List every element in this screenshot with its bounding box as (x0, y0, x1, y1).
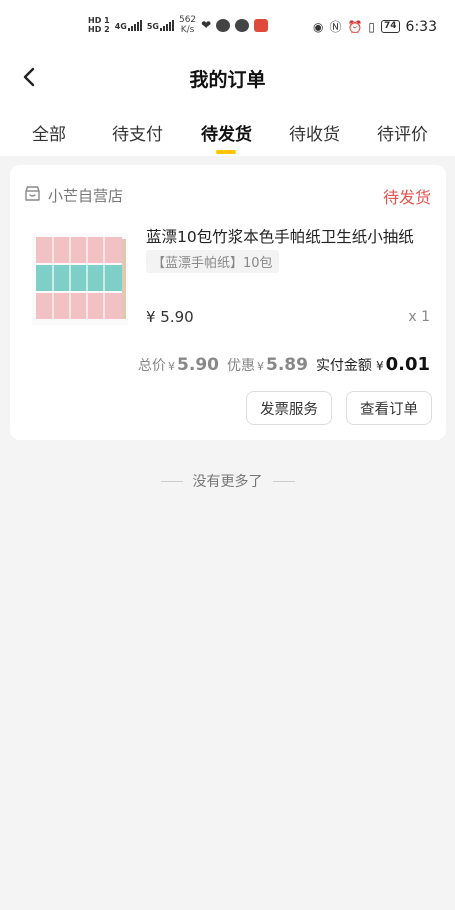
app-icon (254, 18, 269, 32)
status-bar-left: HD 1 HD 2 4G 5G 562 K/s ❤ (88, 15, 269, 35)
store-name[interactable]: 小芒自营店 (48, 185, 123, 206)
discount-value: 5.89 (265, 355, 308, 375)
product-price: ¥ 5.90 (146, 308, 194, 326)
net1-label: 4G (114, 21, 127, 31)
tab-pending-payment[interactable]: 待支付 (112, 120, 163, 145)
wechat-icon (216, 18, 231, 32)
page-title: 我的订单 (189, 69, 266, 91)
eye-icon: ◉ (312, 19, 324, 34)
vibrate-icon: ▯ (368, 19, 376, 34)
hd1-label: HD 1 (88, 16, 110, 25)
order-tabs: 全部 待支付 待发货 待收货 待评价 (0, 100, 455, 156)
discount-currency: ¥ (256, 360, 264, 373)
total-currency: ¥ (168, 360, 176, 373)
end-of-list-text: 没有更多了 (192, 474, 263, 490)
discount-label: 优惠 (226, 358, 255, 374)
total-label: 总价 (138, 358, 167, 374)
order-card[interactable]: 小芒自营店 待发货 蓝漂10包竹浆本色手帕纸卫生纸小抽纸 【蓝漂手帕纸】10包 … (10, 165, 446, 440)
hd2-label: HD 2 (88, 25, 110, 34)
order-totals: 总价 ¥ 5.90 优惠 ¥ 5.89 实付金额 ¥ 0.01 (138, 354, 430, 375)
signal-bars-icon (159, 19, 174, 31)
active-tab-indicator (216, 150, 236, 154)
speed-unit: K/s (180, 25, 195, 35)
nav-bar: 我的订单 (0, 58, 455, 100)
signal-2: 5G (146, 19, 174, 31)
network-speed: 562 K/s (179, 15, 196, 35)
speed-value: 562 (178, 15, 197, 25)
divider-line (160, 480, 183, 482)
signal-1: 4G (114, 19, 142, 31)
status-bar: HD 1 HD 2 4G 5G 562 K/s ❤ ◉ Ⓝ ⏰ ▯ 74 6:3… (0, 0, 455, 58)
paid-value: 0.01 (385, 354, 430, 375)
total-value: 5.90 (177, 355, 219, 375)
product-name[interactable]: 蓝漂10包竹浆本色手帕纸卫生纸小抽纸 (146, 225, 431, 247)
paid-currency: ¥ (375, 359, 384, 373)
product-quantity: x 1 (408, 309, 430, 325)
alarm-icon: ⏰ (347, 19, 363, 34)
end-of-list: 没有更多了 (0, 471, 455, 491)
store-icon (24, 185, 41, 202)
view-order-button[interactable]: 查看订单 (346, 391, 432, 425)
nfc-icon: Ⓝ (329, 20, 342, 34)
status-bar-right: ◉ Ⓝ ⏰ ▯ 74 6:33 (313, 18, 437, 35)
invoice-service-button[interactable]: 发票服务 (246, 391, 332, 425)
product-spec: 【蓝漂手帕纸】10包 (146, 250, 279, 273)
signal-bars-icon (127, 19, 142, 31)
net2-label: 5G (146, 21, 159, 31)
browser-icon (235, 18, 250, 32)
order-status: 待发货 (382, 188, 431, 207)
divider-line (272, 480, 295, 482)
battery-icon: 74 (381, 20, 400, 33)
paid-label: 实付金额 (315, 358, 372, 374)
clock: 6:33 (405, 18, 437, 35)
heart-rate-icon: ❤ (201, 18, 212, 32)
tab-all[interactable]: 全部 (32, 120, 66, 145)
tab-pending-review[interactable]: 待评价 (377, 120, 428, 145)
tab-pending-receipt[interactable]: 待收货 (289, 120, 340, 145)
product-image[interactable] (32, 233, 128, 325)
tab-pending-shipment[interactable]: 待发货 (201, 120, 252, 145)
sim-indicator: HD 1 HD 2 (88, 16, 110, 34)
